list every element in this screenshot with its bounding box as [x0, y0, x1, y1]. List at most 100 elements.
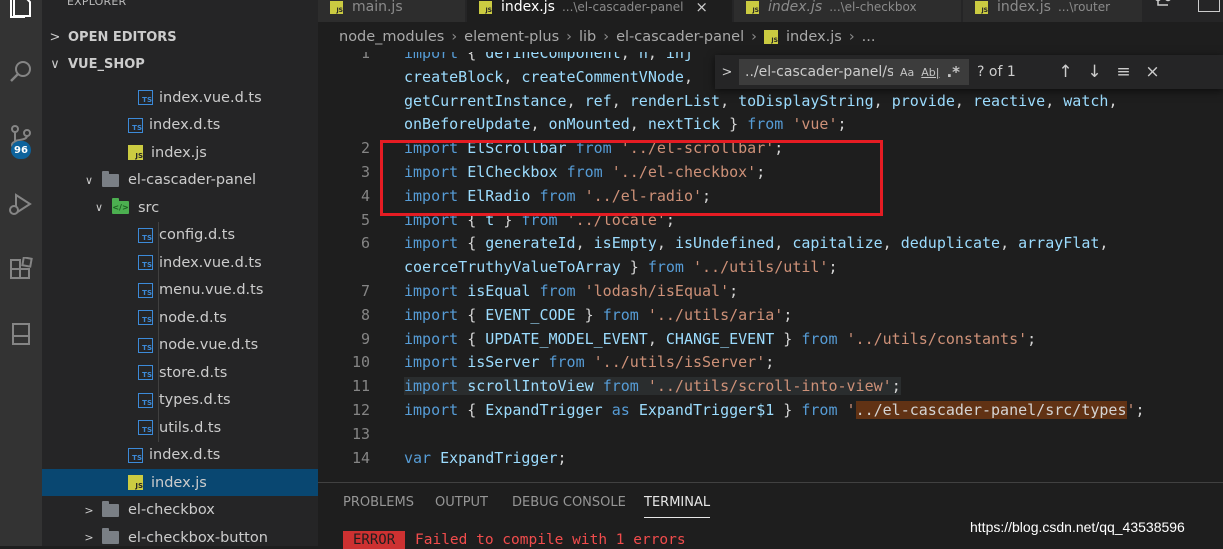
breadcrumb-item[interactable]: node_modules: [339, 29, 444, 45]
tab-debug-console[interactable]: DEBUG CONSOLE: [512, 495, 626, 510]
tree-item[interactable]: TS index.d.ts: [42, 442, 318, 469]
code-token: from: [548, 353, 594, 372]
code-line[interactable]: import { EVENT_CODE } from '../utils/ari…: [404, 306, 792, 324]
code-line[interactable]: coerceTruthyValueToArray } from '../util…: [404, 258, 838, 276]
close-icon[interactable]: ×: [695, 0, 708, 16]
match-whole-word-icon[interactable]: Ab|: [921, 66, 939, 79]
toggle-replace-icon[interactable]: >: [715, 65, 739, 80]
tree-item[interactable]: TS index.vue.d.ts: [42, 84, 318, 111]
js-file-icon: JS: [128, 475, 143, 490]
code-token: '../utils/isServer': [593, 353, 766, 372]
code-line[interactable]: getCurrentInstance, ref, renderList, toD…: [404, 92, 1117, 110]
code-line[interactable]: import { generateId, isEmpty, isUndefine…: [404, 234, 1108, 252]
code-line[interactable]: import { UPDATE_MODEL_EVENT, CHANGE_EVEN…: [404, 330, 1036, 348]
run-debug-icon[interactable]: [0, 184, 42, 224]
code-token: ,: [647, 52, 666, 62]
next-match-icon[interactable]: ↓: [1080, 62, 1109, 82]
tree-item[interactable]: > el-checkbox: [42, 497, 318, 524]
tree-item[interactable]: JS index.js: [42, 469, 318, 496]
ts-file-icon: TS: [138, 392, 153, 408]
tree-item-label: el-checkbox-button: [128, 529, 268, 546]
code-editor[interactable]: 1 import { defineComponent, h, inj createB…: [318, 52, 1223, 482]
code-token: ,: [620, 52, 639, 62]
breadcrumb-item[interactable]: element-plus: [464, 29, 559, 45]
tab-problems[interactable]: PROBLEMS: [343, 495, 414, 510]
tree-item[interactable]: TS config.d.ts: [42, 222, 318, 249]
section-vue-shop[interactable]: ∨ VUE_SHOP: [42, 51, 318, 78]
split-editor-icon[interactable]: [1154, 0, 1174, 14]
tree-item[interactable]: > el-checkbox-button: [42, 524, 318, 546]
tab-main-js[interactable]: JS main.js: [318, 0, 466, 22]
tree-item-label: index.js: [151, 474, 207, 491]
tree-item[interactable]: TS utils.d.ts: [42, 414, 318, 441]
code-token: ,: [530, 115, 549, 134]
chevron-right-icon: ›: [603, 29, 610, 45]
tree-item[interactable]: TS node.d.ts: [42, 304, 318, 331]
find-in-selection-icon[interactable]: ≡: [1109, 62, 1138, 82]
breadcrumb-item[interactable]: lib: [579, 29, 596, 45]
search-icon[interactable]: [0, 52, 42, 92]
match-case-icon[interactable]: Aa: [900, 66, 914, 79]
ts-file-icon: TS: [138, 255, 153, 270]
regex-icon[interactable]: .*: [946, 63, 960, 81]
more-actions-icon[interactable]: ···: [274, 0, 290, 8]
ts-file-icon: TS: [138, 420, 153, 435]
code-line[interactable]: import isEqual from 'lodash/isEqual';: [404, 282, 738, 300]
ts-file-icon: TS: [138, 365, 153, 380]
code-token: ExpandTrigger: [440, 448, 558, 467]
tree-item[interactable]: ∨ el-cascader-panel: [42, 167, 318, 194]
tree-item[interactable]: TS node.vue.d.ts: [42, 332, 318, 359]
tab-label: index.js: [997, 0, 1051, 15]
chevron-down-icon[interactable]: ∨: [82, 174, 96, 187]
code-line[interactable]: onBeforeUpdate, onMounted, nextTick } fr…: [404, 115, 847, 133]
breadcrumb-item[interactable]: index.js: [786, 29, 842, 45]
code-token: ,: [611, 91, 630, 110]
code-token: '../utils/util': [693, 258, 829, 277]
tab-index-js-checkbox[interactable]: JS index.js ...\el-checkbox: [734, 0, 962, 22]
chevron-right-icon[interactable]: >: [82, 531, 96, 544]
code-token: {: [467, 305, 486, 324]
bottom-panel: PROBLEMS OUTPUT DEBUG CONSOLE TERMINAL h…: [318, 482, 1223, 549]
line-number: 5: [360, 210, 370, 229]
tree-item[interactable]: TS index.d.ts: [42, 112, 318, 139]
chevron-down-icon[interactable]: ∨: [92, 201, 106, 214]
code-token: as: [611, 401, 639, 419]
code-token: ,: [1108, 91, 1118, 110]
code-line[interactable]: createBlock, createCommentVNode,: [404, 68, 702, 86]
ts-file-icon: TS: [128, 447, 143, 463]
code-token: capitalize: [792, 234, 883, 253]
code-line[interactable]: import { ExpandTrigger as ExpandTrigger$…: [404, 401, 1145, 419]
find-input-value: ../el-cascader-panel/src/types: [745, 64, 893, 80]
chevron-right-icon[interactable]: >: [82, 504, 96, 517]
tree-item[interactable]: TS index.vue.d.ts: [42, 249, 318, 276]
js-file-icon: JS: [763, 30, 778, 44]
code-line[interactable]: var ExpandTrigger;: [404, 449, 567, 467]
code-line[interactable]: import scrollIntoView from '../utils/scr…: [404, 377, 901, 396]
section-open-editors[interactable]: > OPEN EDITORS: [42, 24, 318, 51]
tab-output[interactable]: OUTPUT: [435, 495, 488, 510]
tree-item[interactable]: JS index.js: [42, 139, 318, 166]
layout-icon[interactable]: [1198, 0, 1220, 12]
tab-terminal[interactable]: TERMINAL: [644, 495, 711, 518]
tree-item[interactable]: ∨ </> src: [42, 194, 318, 221]
tree-item[interactable]: TS menu.vue.d.ts: [42, 277, 318, 304]
remote-explorer-icon[interactable]: [0, 314, 42, 354]
breadcrumb-item[interactable]: ...: [862, 29, 876, 45]
find-input[interactable]: ../el-cascader-panel/src/types Aa Ab| .*: [739, 59, 969, 85]
code-line[interactable]: import { defineComponent, h, inj: [404, 52, 693, 62]
previous-match-icon[interactable]: ↑: [1051, 62, 1080, 82]
code-token: from: [647, 258, 693, 277]
code-line[interactable]: import isServer from '../utils/isServer'…: [404, 353, 774, 371]
chevron-down-icon: ∨: [50, 57, 60, 72]
tree-item[interactable]: TS store.d.ts: [42, 359, 318, 386]
code-token: onBeforeUpdate: [404, 115, 531, 134]
close-icon[interactable]: ×: [1138, 62, 1167, 82]
extensions-icon[interactable]: [0, 250, 42, 290]
files-icon[interactable]: [0, 0, 42, 26]
js-file-icon: JS: [128, 145, 143, 160]
tree-item[interactable]: TS types.d.ts: [42, 387, 318, 414]
breadcrumb-item[interactable]: el-cascader-panel: [616, 29, 744, 45]
tab-index-js-router[interactable]: JS index.js ...\router: [963, 0, 1143, 22]
code-token: {: [467, 52, 486, 62]
tab-index-js-cascader[interactable]: JS index.js ...\el-cascader-panel ×: [467, 0, 733, 22]
